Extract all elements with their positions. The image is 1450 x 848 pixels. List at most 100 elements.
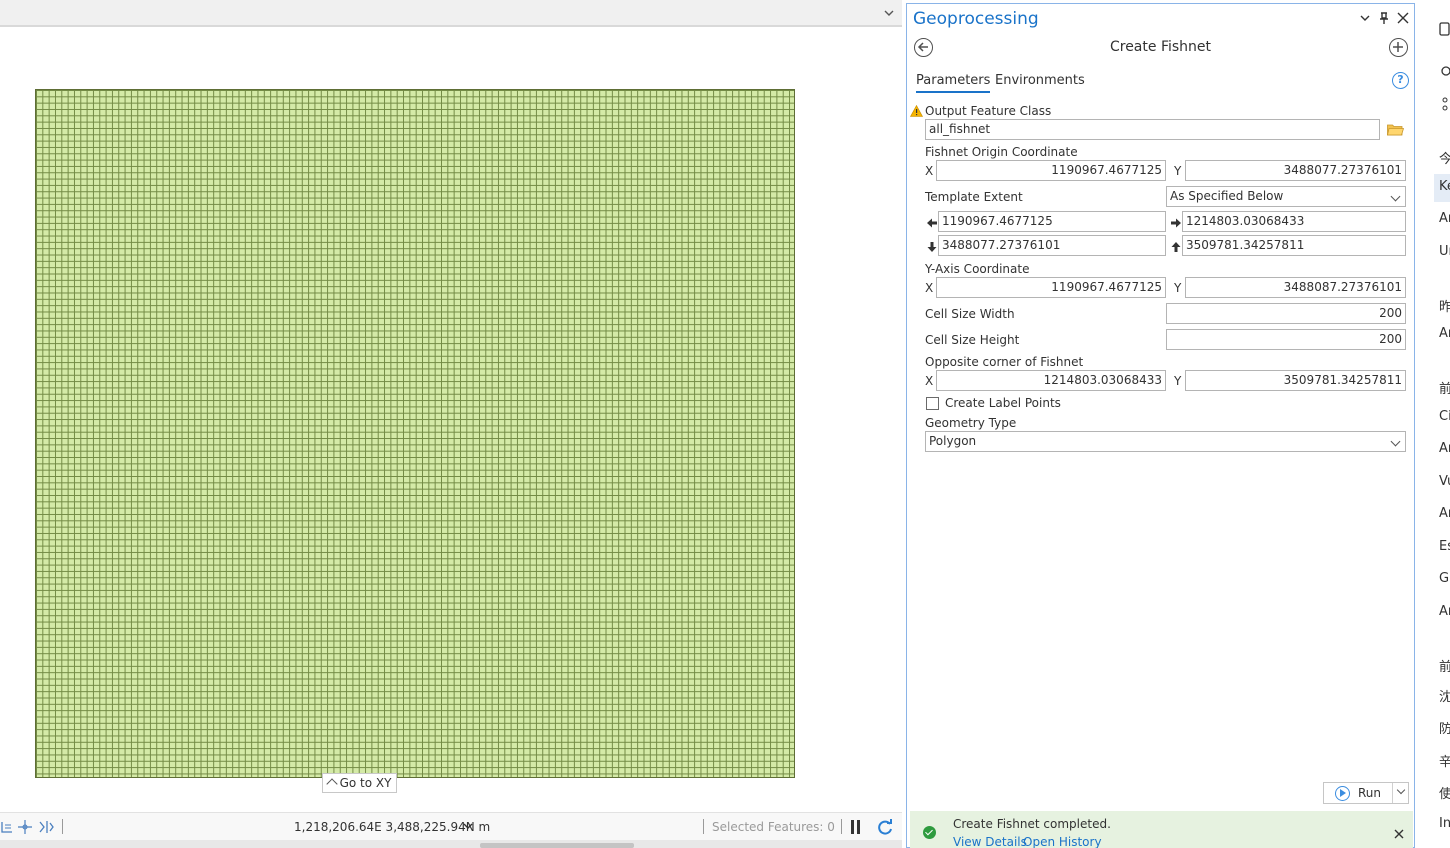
- opposite-x-input[interactable]: 1214803.03068433: [936, 370, 1166, 391]
- options-chevron-icon[interactable]: [1359, 12, 1371, 24]
- y-axis-x-input[interactable]: 1190967.4677125: [936, 277, 1166, 298]
- list-item[interactable]: Ur: [1439, 244, 1450, 259]
- origin-x-input[interactable]: 1190967.4677125: [936, 160, 1166, 181]
- close-icon[interactable]: [1394, 829, 1404, 839]
- list-item[interactable]: 辛: [1439, 751, 1450, 770]
- output-feature-class-label: Output Feature Class: [925, 104, 1052, 118]
- warning-icon: [910, 105, 923, 117]
- list-item[interactable]: Ar: [1439, 211, 1450, 226]
- run-label: Run: [1358, 786, 1382, 800]
- folder-icon[interactable]: [1387, 123, 1404, 136]
- extent-top-input[interactable]: 3509781.34257811: [1182, 235, 1406, 256]
- chevron-down-icon[interactable]: [1396, 785, 1406, 795]
- list-item[interactable]: Ar: [1439, 326, 1450, 341]
- tab-environments[interactable]: Environments: [995, 73, 1085, 88]
- status-message-bar: Create Fishnet completed. View Details O…: [910, 811, 1413, 848]
- opposite-y-label: Y: [1174, 374, 1182, 388]
- settings-icon[interactable]: [1439, 64, 1450, 78]
- list-item[interactable]: Ar: [1439, 604, 1450, 619]
- geometry-type-label: Geometry Type: [925, 416, 1017, 430]
- origin-y-input[interactable]: 3488077.27376101: [1185, 160, 1406, 181]
- arrow-right-icon: [1171, 218, 1181, 228]
- list-item[interactable]: Ar: [1439, 441, 1450, 456]
- origin-x-label: X: [925, 164, 934, 178]
- arrow-left-icon: [927, 218, 937, 228]
- opposite-y-input[interactable]: 3509781.34257811: [1185, 370, 1406, 391]
- list-item[interactable]: 使: [1439, 783, 1450, 802]
- origin-y-label: Y: [1174, 164, 1182, 178]
- chevron-down-icon[interactable]: [463, 821, 473, 831]
- extent-left-input[interactable]: 1190967.4677125: [938, 211, 1166, 232]
- horizontal-scrollbar[interactable]: [0, 840, 902, 848]
- opposite-corner-label: Opposite corner of Fishnet: [925, 355, 1084, 369]
- template-extent-value: As Specified Below: [1170, 189, 1284, 203]
- tool-title: Create Fishnet: [1109, 39, 1212, 55]
- create-label-points-label[interactable]: Create Label Points: [945, 396, 1061, 410]
- y-axis-x-label: X: [925, 281, 934, 295]
- cell-size-height-label: Cell Size Height: [925, 333, 1020, 347]
- scrollbar-thumb[interactable]: [480, 843, 634, 848]
- template-extent-select[interactable]: As Specified Below: [1166, 186, 1406, 207]
- pause-icon[interactable]: [850, 820, 862, 834]
- list-item[interactable]: Gl: [1439, 571, 1450, 586]
- help-icon[interactable]: ?: [1392, 72, 1409, 89]
- list-item: 今: [1439, 152, 1450, 167]
- go-to-xy-button[interactable]: Go to XY: [322, 773, 397, 793]
- extent-bottom-input[interactable]: 3488077.27376101: [938, 235, 1166, 256]
- tab-parameters[interactable]: Parameters: [916, 73, 991, 93]
- chevron-down-icon[interactable]: [882, 6, 896, 20]
- cell-size-height-input[interactable]: 200: [1166, 329, 1406, 350]
- chevron-down-icon: [1390, 191, 1401, 202]
- crosshair-icon[interactable]: [17, 819, 33, 835]
- pin-icon[interactable]: [1378, 12, 1390, 24]
- share-icon[interactable]: [1439, 97, 1450, 111]
- status-message: Create Fishnet completed.: [953, 817, 1111, 831]
- origin-coordinate-label: Fishnet Origin Coordinate: [925, 145, 1078, 159]
- right-side-panel: 今 Ke Ar Ur 昨 Ar 前 Ci Ar Vu Ar Es Gl Ar 前…: [1416, 0, 1450, 848]
- list-item[interactable]: Ar: [1439, 506, 1450, 521]
- list-item[interactable]: Es: [1439, 539, 1450, 554]
- list-item[interactable]: In: [1439, 816, 1450, 831]
- run-split-divider: [1392, 783, 1393, 803]
- status-divider: [841, 819, 842, 834]
- geometry-type-select[interactable]: Polygon: [925, 431, 1406, 452]
- navigation-icon[interactable]: [38, 819, 54, 835]
- y-axis-y-label: Y: [1174, 281, 1182, 295]
- play-icon: [1335, 786, 1350, 801]
- selected-features-count[interactable]: Selected Features: 0: [712, 820, 835, 834]
- map-view-tab-strip: [0, 0, 902, 27]
- output-feature-class-input[interactable]: all_fishnet: [925, 119, 1380, 140]
- view-details-link[interactable]: View Details: [953, 835, 1027, 848]
- map-status-bar: 1,218,206.64E 3,488,225.94N m Selected F…: [0, 812, 902, 840]
- run-button[interactable]: Run: [1323, 782, 1409, 804]
- go-to-xy-label: Go to XY: [339, 776, 392, 790]
- map-canvas[interactable]: Go to XY: [0, 29, 902, 812]
- list-item[interactable]: Ke: [1434, 174, 1450, 202]
- close-icon[interactable]: [1397, 12, 1409, 24]
- status-divider: [62, 819, 63, 834]
- list-item[interactable]: 沈: [1439, 686, 1450, 705]
- create-label-points-checkbox[interactable]: [926, 397, 939, 410]
- cell-size-width-input[interactable]: 200: [1166, 303, 1406, 324]
- geometry-type-value: Polygon: [929, 434, 977, 448]
- refresh-icon[interactable]: [876, 818, 894, 836]
- book-icon[interactable]: [1439, 22, 1450, 36]
- cell-size-width-label: Cell Size Width: [925, 307, 1015, 321]
- scale-tool-icon[interactable]: [0, 819, 16, 835]
- open-history-link[interactable]: Open History: [1023, 835, 1102, 848]
- list-item[interactable]: Vu: [1439, 474, 1450, 489]
- list-item: 昨: [1439, 300, 1450, 315]
- list-item: 前: [1439, 382, 1450, 397]
- status-divider: [703, 819, 704, 834]
- opposite-x-label: X: [925, 374, 934, 388]
- add-button[interactable]: [1389, 38, 1408, 57]
- fishnet-grid-layer[interactable]: [35, 89, 795, 778]
- list-item[interactable]: 防: [1439, 718, 1450, 737]
- y-axis-y-input[interactable]: 3488087.27376101: [1185, 277, 1406, 298]
- geoprocessing-pane: Geoprocessing Create Fishnet Parameters …: [906, 3, 1415, 848]
- map-pane: Go to XY 1,218,206.64E 3,488,225.94N m S…: [0, 0, 902, 848]
- list-item[interactable]: Ci: [1439, 409, 1450, 424]
- extent-right-input[interactable]: 1214803.03068433: [1182, 211, 1406, 232]
- list-item: 前: [1439, 660, 1450, 675]
- chevron-up-icon: [325, 778, 338, 790]
